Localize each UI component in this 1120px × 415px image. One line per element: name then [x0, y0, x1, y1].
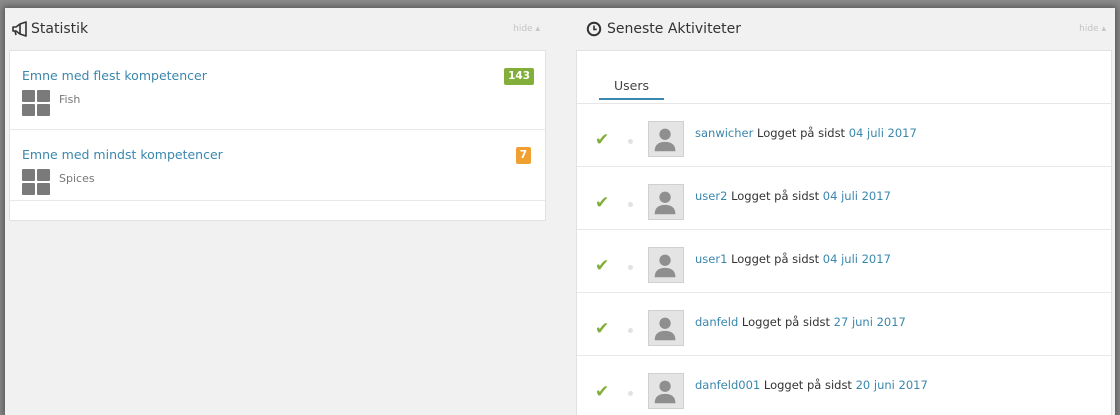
activity-user[interactable]: user1: [695, 252, 727, 266]
status-dot: [628, 328, 633, 333]
aktiviteter-hide-label[interactable]: hide: [1079, 24, 1098, 34]
activity-row: ✔ sanwicher Logget på sidst 04 juli 2017: [577, 104, 1111, 167]
activity-date[interactable]: 27 juni 2017: [834, 315, 906, 329]
status-dot: [628, 202, 633, 207]
status-dot: [628, 139, 633, 144]
activity-row: ✔ user1 Logget på sidst 04 juli 2017: [577, 230, 1111, 293]
activity-row: ✔ user2 Logget på sidst 04 juli 2017: [577, 167, 1111, 230]
activity-user[interactable]: user2: [695, 189, 727, 203]
activity-text: danfeld Logget på sidst 27 juni 2017: [695, 315, 906, 329]
grid-icon: [22, 90, 50, 116]
activity-text: user2 Logget på sidst 04 juli 2017: [695, 189, 891, 203]
aktiviteter-panel: Users ✔ sanwicher Logget på sidst 04 jul…: [576, 50, 1112, 415]
statistik-panel: Emne med flest kompetencer Fish 143 Emne…: [9, 50, 546, 221]
activity-logged-text: Logget på sidst: [731, 189, 820, 203]
avatar-icon: [648, 247, 684, 283]
check-icon: ✔: [595, 256, 610, 276]
stat-sub-least: Spices: [59, 172, 95, 185]
activity-date[interactable]: 04 juli 2017: [823, 189, 891, 203]
activity-date[interactable]: 20 juni 2017: [856, 378, 928, 392]
statistik-widget: Statistik hide ▴ Emne med flest kompeten…: [9, 8, 546, 221]
activity-logged-text: Logget på sidst: [731, 252, 820, 266]
statistik-header: Statistik hide ▴: [9, 8, 546, 50]
activity-logged-text: Logget på sidst: [741, 315, 830, 329]
activity-user[interactable]: danfeld001: [695, 378, 760, 392]
activity-user[interactable]: danfeld: [695, 315, 738, 329]
stat-badge-most: 143: [504, 68, 534, 85]
activity-row: ✔ danfeld001 Logget på sidst 20 juni 201…: [577, 356, 1111, 415]
avatar-icon: [648, 184, 684, 220]
check-icon: ✔: [595, 319, 610, 339]
status-dot: [628, 391, 633, 396]
stat-sub-most: Fish: [59, 93, 81, 106]
stat-link-most[interactable]: Emne med flest kompetencer: [22, 68, 207, 83]
avatar-icon: [648, 121, 684, 157]
clock-icon: [586, 21, 602, 37]
stat-item-most: Emne med flest kompetencer Fish 143: [10, 51, 545, 130]
grid-icon: [22, 169, 50, 195]
check-icon: ✔: [595, 382, 610, 402]
dashboard-frame: Statistik hide ▴ Emne med flest kompeten…: [5, 8, 1115, 415]
megaphone-icon: [12, 21, 27, 37]
activity-user[interactable]: sanwicher: [695, 126, 753, 140]
activity-logged-text: Logget på sidst: [763, 378, 852, 392]
activity-text: user1 Logget på sidst 04 juli 2017: [695, 252, 891, 266]
aktiviteter-tabs: Users: [577, 51, 1111, 104]
activity-text: sanwicher Logget på sidst 04 juli 2017: [695, 126, 917, 140]
tab-users[interactable]: Users: [599, 78, 665, 100]
statistik-hide-label[interactable]: hide: [513, 24, 532, 34]
activity-logged-text: Logget på sidst: [757, 126, 846, 140]
stat-link-least[interactable]: Emne med mindst kompetencer: [22, 147, 223, 162]
status-dot: [628, 265, 633, 270]
avatar-icon: [648, 373, 684, 409]
check-icon: ✔: [595, 193, 610, 213]
activity-text: danfeld001 Logget på sidst 20 juni 2017: [695, 378, 928, 392]
activity-date[interactable]: 04 juli 2017: [823, 252, 891, 266]
statistik-title: Statistik: [31, 21, 89, 37]
aktiviteter-widget: Seneste Aktiviteter hide ▴ Users ✔ sanwi…: [576, 8, 1112, 415]
activity-row: ✔ danfeld Logget på sidst 27 juni 2017: [577, 293, 1111, 356]
aktiviteter-header: Seneste Aktiviteter hide ▴: [576, 8, 1112, 50]
aktiviteter-title: Seneste Aktiviteter: [607, 21, 742, 37]
avatar-icon: [648, 310, 684, 346]
stat-item-least: Emne med mindst kompetencer Spices 7: [10, 130, 545, 201]
statistik-hide-toggle[interactable]: hide ▴: [513, 24, 540, 34]
activity-date[interactable]: 04 juli 2017: [849, 126, 917, 140]
check-icon: ✔: [595, 130, 610, 150]
stat-badge-least: 7: [515, 147, 531, 164]
aktiviteter-hide-toggle[interactable]: hide ▴: [1079, 24, 1106, 34]
